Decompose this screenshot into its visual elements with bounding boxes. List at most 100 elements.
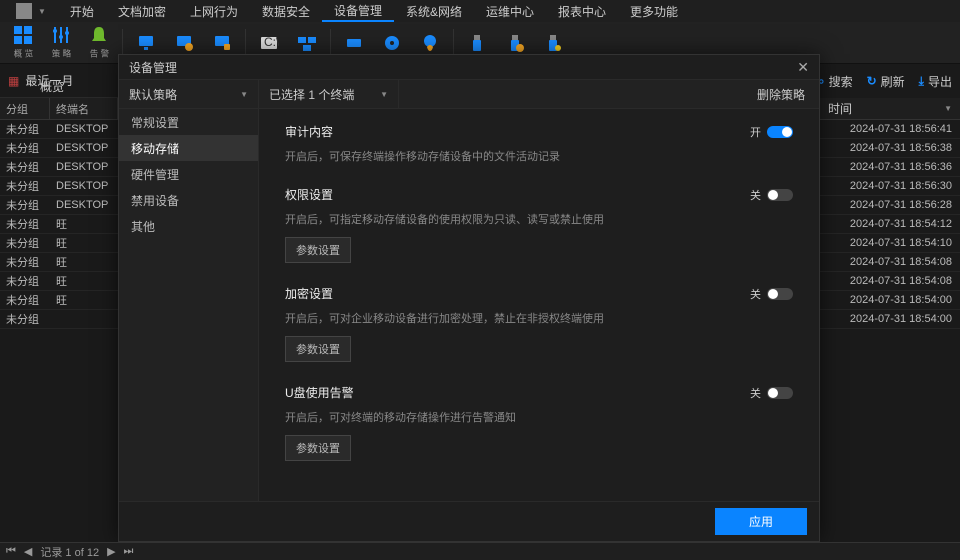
table-row[interactable]: 未分组旺 xyxy=(0,272,118,291)
table-row[interactable]: 未分组 xyxy=(0,310,118,329)
table-row[interactable]: 未分组DESKTOP xyxy=(0,139,118,158)
sidebar-item-4[interactable]: 其他 xyxy=(119,213,258,239)
menu-3[interactable]: 数据安全 xyxy=(250,0,322,22)
tb-alert[interactable]: 告 警 xyxy=(80,23,118,63)
target-dropdown[interactable]: 已选择 1 个终端▼ xyxy=(259,79,399,109)
menu-8[interactable]: 更多功能 xyxy=(618,0,690,22)
monitor-icon xyxy=(136,33,156,53)
menu-6[interactable]: 运维中心 xyxy=(474,0,546,22)
monitor-badge-icon xyxy=(174,33,194,53)
menu-2[interactable]: 上网行为 xyxy=(178,0,250,22)
delete-policy-link[interactable]: 删除策略 xyxy=(743,86,819,103)
page-prev[interactable]: ◀ xyxy=(24,545,32,558)
section-title: 审计内容 xyxy=(285,123,333,140)
section-title: 权限设置 xyxy=(285,186,333,203)
menu-4[interactable]: 设备管理 xyxy=(322,0,394,22)
col-name[interactable]: 终端名 xyxy=(50,98,118,119)
table-row[interactable]: 2024-07-31 18:54:12 xyxy=(820,215,960,234)
right-panel: ⌕搜索 ↻刷新 ⤓导出 时间▼ 2024-07-31 18:56:412024-… xyxy=(820,64,960,329)
toggle-switch[interactable] xyxy=(767,126,793,138)
table-row[interactable]: 2024-07-31 18:54:10 xyxy=(820,234,960,253)
table-row[interactable]: 2024-07-31 18:54:08 xyxy=(820,253,960,272)
settings-panel: 审计内容开开启后，可保存终端操作移动存储设备中的文件活动记录权限设置关开启后，可… xyxy=(259,109,819,501)
chevron-down-icon: ▼ xyxy=(380,90,388,99)
table-row[interactable]: 未分组DESKTOP xyxy=(0,120,118,139)
section-desc: 开启后，可指定移动存储设备的使用权限为只读、读写或禁止使用 xyxy=(285,211,793,227)
section-desc: 开启后，可保存终端操作移动存储设备中的文件活动记录 xyxy=(285,148,793,164)
burn-icon xyxy=(420,33,440,53)
multi-monitor-icon xyxy=(297,33,317,53)
drive-icon xyxy=(344,33,364,53)
policy-dropdown[interactable]: 默认策略▼ xyxy=(119,79,259,109)
menu-7[interactable]: 报表中心 xyxy=(546,0,618,22)
table-row[interactable]: 未分组旺 xyxy=(0,234,118,253)
monitor-lock-icon xyxy=(212,33,232,53)
toggle-switch[interactable] xyxy=(767,288,793,300)
params-button[interactable]: 参数设置 xyxy=(285,336,351,362)
params-button[interactable]: 参数设置 xyxy=(285,435,351,461)
export-icon: ⤓ xyxy=(919,74,924,89)
table-row[interactable]: 2024-07-31 18:54:00 xyxy=(820,310,960,329)
setting-section: 加密设置关开启后，可对企业移动设备进行加密处理，禁止在非授权终端使用参数设置 xyxy=(285,285,793,362)
menu-1[interactable]: 文档加密 xyxy=(106,0,178,22)
toggle-switch[interactable] xyxy=(767,189,793,201)
col-time[interactable]: 时间▼ xyxy=(820,98,960,119)
table-row[interactable]: 未分组旺 xyxy=(0,291,118,310)
sidebar-item-2[interactable]: 硬件管理 xyxy=(119,161,258,187)
toggle-switch[interactable] xyxy=(767,387,793,399)
table-row[interactable]: 2024-07-31 18:56:36 xyxy=(820,158,960,177)
terminal-icon: C:\ xyxy=(259,33,279,53)
page-first[interactable]: ⏮ xyxy=(6,545,16,558)
sort-desc-icon: ▼ xyxy=(944,104,952,113)
table-row[interactable]: 2024-07-31 18:56:38 xyxy=(820,139,960,158)
page-last[interactable]: ⏭ xyxy=(124,545,134,558)
setting-section: 审计内容开开启后，可保存终端操作移动存储设备中的文件活动记录 xyxy=(285,123,793,164)
tb-overview[interactable]: 概 览 xyxy=(4,23,42,63)
search-action[interactable]: ⌕搜索 xyxy=(818,73,853,90)
table-row[interactable]: 2024-07-31 18:56:28 xyxy=(820,196,960,215)
usb-lock-icon xyxy=(505,33,525,53)
usb-icon xyxy=(467,33,487,53)
table-row[interactable]: 未分组旺 xyxy=(0,253,118,272)
apply-button[interactable]: 应用 xyxy=(715,508,807,535)
close-button[interactable]: ✕ xyxy=(797,59,809,76)
setting-section: U盘使用告警关开启后，可对终端的移动存储操作进行告警通知参数设置 xyxy=(285,384,793,461)
menu-5[interactable]: 系统&网络 xyxy=(394,0,474,22)
bell-icon xyxy=(89,25,109,45)
status-bar: ⏮ ◀ 记录 1 of 12 ▶ ⏭ xyxy=(0,542,960,560)
calendar-icon: ▦ xyxy=(8,74,19,88)
app-icon xyxy=(16,3,32,19)
table-row[interactable]: 未分组DESKTOP xyxy=(0,158,118,177)
sidebar-item-3[interactable]: 禁用设备 xyxy=(119,187,258,213)
toolbar-separator xyxy=(453,29,454,57)
section-desc: 开启后，可对企业移动设备进行加密处理，禁止在非授权终端使用 xyxy=(285,310,793,326)
table-row[interactable]: 2024-07-31 18:56:41 xyxy=(820,120,960,139)
section-desc: 开启后，可对终端的移动存储操作进行告警通知 xyxy=(285,409,793,425)
table-row[interactable]: 2024-07-31 18:54:00 xyxy=(820,291,960,310)
toolbar-separator xyxy=(330,29,331,57)
toolbar-separator xyxy=(122,29,123,57)
export-action[interactable]: ⤓导出 xyxy=(919,73,952,90)
record-indicator: 记录 1 of 12 xyxy=(40,544,99,560)
params-button[interactable]: 参数设置 xyxy=(285,237,351,263)
table-row[interactable]: 2024-07-31 18:56:30 xyxy=(820,177,960,196)
refresh-icon: ↻ xyxy=(867,74,877,88)
setting-section: 权限设置关开启后，可指定移动存储设备的使用权限为只读、读写或禁止使用参数设置 xyxy=(285,186,793,263)
tb-policy[interactable]: 策 略 xyxy=(42,23,80,63)
table-row[interactable]: 未分组DESKTOP xyxy=(0,196,118,215)
sidebar-item-1[interactable]: 移动存储 xyxy=(119,135,258,161)
left-table-header: 分组 终端名 xyxy=(0,98,118,120)
refresh-action[interactable]: ↻刷新 xyxy=(867,73,905,90)
col-group[interactable]: 分组 xyxy=(0,98,50,119)
usb-key-icon xyxy=(543,33,563,53)
page-next[interactable]: ▶ xyxy=(107,545,115,558)
app-menu[interactable]: ▼ xyxy=(4,0,58,22)
menu-0[interactable]: 开始 xyxy=(58,0,106,22)
menu-bar: ▼ 开始文档加密上网行为数据安全设备管理系统&网络运维中心报表中心更多功能 xyxy=(0,0,960,22)
table-row[interactable]: 2024-07-31 18:54:08 xyxy=(820,272,960,291)
table-row[interactable]: 未分组旺 xyxy=(0,215,118,234)
table-row[interactable]: 未分组DESKTOP xyxy=(0,177,118,196)
sidebar-item-0[interactable]: 常规设置 xyxy=(119,109,258,135)
left-panel: ▦ 最近一月 分组 终端名 未分组DESKTOP未分组DESKTOP未分组DES… xyxy=(0,64,118,542)
toolbar-separator xyxy=(245,29,246,57)
